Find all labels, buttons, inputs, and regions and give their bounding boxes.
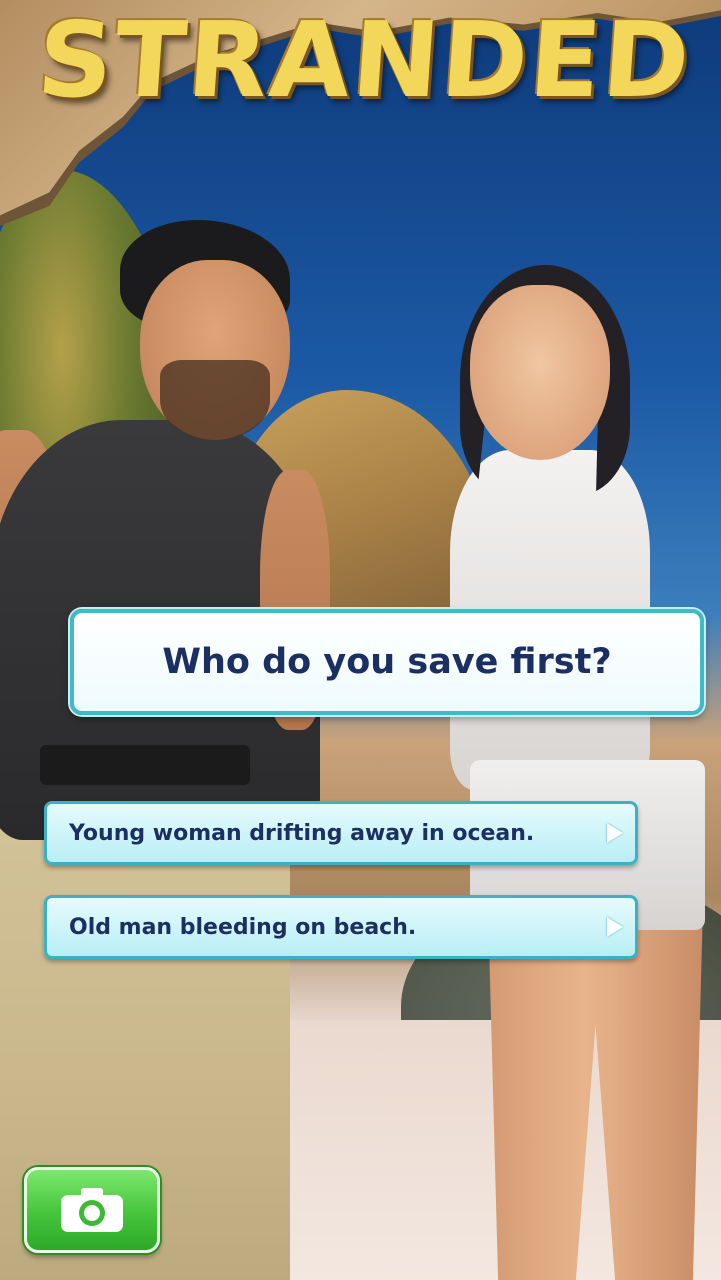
game-title: STRANDED [33, 0, 696, 121]
man-beard [160, 360, 270, 440]
question-text: Who do you save first? [162, 642, 612, 682]
choice-label: Young woman drifting away in ocean. [69, 820, 535, 846]
question-box: Who do you save first? [70, 609, 704, 715]
choice-button-woman[interactable]: Young woman drifting away in ocean. [44, 801, 638, 865]
play-arrow-icon [607, 823, 623, 843]
man-belt [40, 745, 250, 785]
choice-label: Old man bleeding on beach. [69, 914, 417, 940]
choice-button-old-man[interactable]: Old man bleeding on beach. [44, 895, 638, 959]
camera-icon [59, 1186, 125, 1234]
camera-button[interactable] [24, 1167, 160, 1253]
play-arrow-icon [607, 917, 623, 937]
woman-character [470, 285, 610, 460]
